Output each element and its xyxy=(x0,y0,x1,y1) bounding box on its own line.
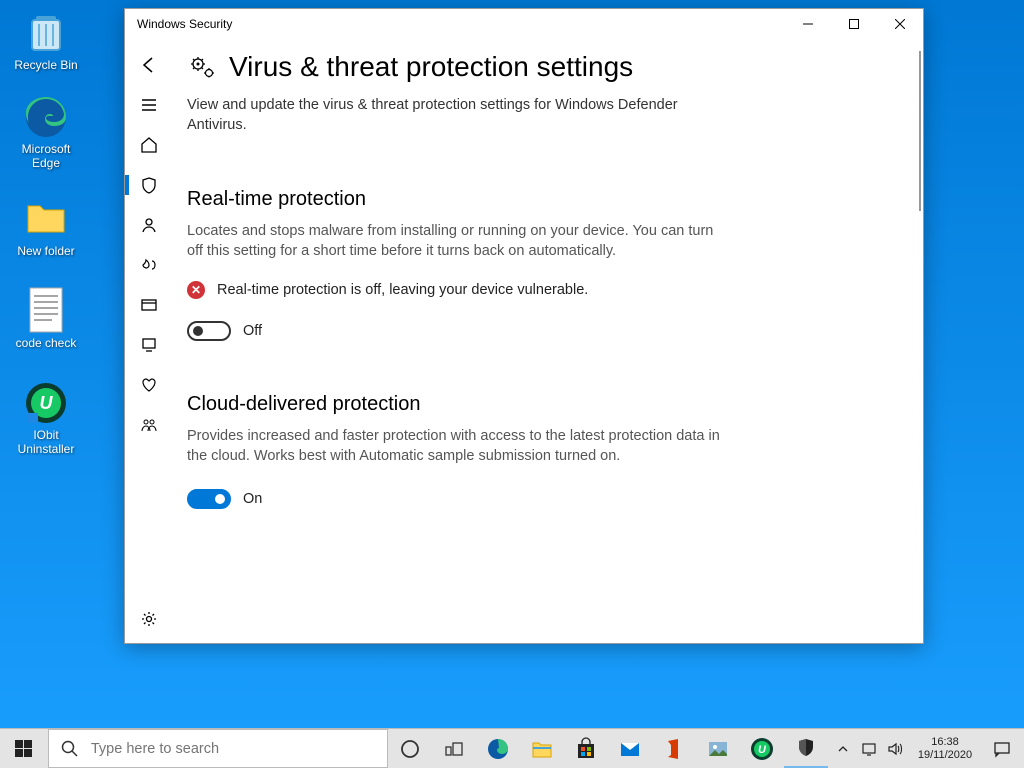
folder-icon[interactable]: New folder xyxy=(8,194,84,270)
clock-date: 19/11/2020 xyxy=(918,749,972,762)
system-tray xyxy=(828,729,910,768)
close-button[interactable] xyxy=(877,9,923,39)
clock-time: 16:38 xyxy=(931,736,959,749)
start-button[interactable] xyxy=(0,729,48,768)
realtime-toggle-label: Off xyxy=(243,323,262,339)
recycle-bin-icon[interactable]: Recycle Bin xyxy=(8,8,84,84)
realtime-desc: Locates and stops malware from installin… xyxy=(187,221,727,262)
taskbar-store-icon[interactable] xyxy=(564,729,608,768)
taskbar-office-icon[interactable] xyxy=(652,729,696,768)
document-icon xyxy=(22,286,70,334)
firewall-nav-icon[interactable] xyxy=(129,245,169,285)
back-button[interactable] xyxy=(129,45,169,85)
maximize-button[interactable] xyxy=(831,9,877,39)
action-center-button[interactable] xyxy=(980,729,1024,768)
taskbar-iobit-icon[interactable]: U xyxy=(740,729,784,768)
cloud-desc: Provides increased and faster protection… xyxy=(187,426,727,467)
task-view-button[interactable] xyxy=(432,729,476,768)
svg-text:U: U xyxy=(40,393,54,413)
settings-gears-icon xyxy=(187,52,217,82)
account-nav-icon[interactable] xyxy=(129,205,169,245)
settings-nav-icon[interactable] xyxy=(129,599,169,639)
search-input[interactable] xyxy=(91,741,375,757)
nav-sidebar xyxy=(125,39,173,643)
folder-glyph-icon xyxy=(22,194,70,242)
content-area: Virus & threat protection settings View … xyxy=(173,39,923,643)
edge-icon[interactable]: Microsoft Edge xyxy=(8,94,84,170)
hamburger-button[interactable] xyxy=(129,85,169,125)
scrollbar-indicator[interactable] xyxy=(919,51,921,211)
error-icon: ✕ xyxy=(187,281,205,299)
page-title: Virus & threat protection settings xyxy=(229,51,633,83)
cloud-toggle[interactable] xyxy=(187,489,231,509)
device-nav-icon[interactable] xyxy=(129,325,169,365)
taskbar-security-icon[interactable] xyxy=(784,729,828,768)
app-control-nav-icon[interactable] xyxy=(129,285,169,325)
cloud-toggle-label: On xyxy=(243,491,262,507)
page-subtitle: View and update the virus & threat prote… xyxy=(187,95,707,136)
desktop-icon-label: Microsoft Edge xyxy=(8,142,84,170)
desktop-icon-label: New folder xyxy=(17,244,74,258)
taskbar-edge-icon[interactable] xyxy=(476,729,520,768)
cloud-heading: Cloud-delivered protection xyxy=(187,393,893,416)
taskbar-mail-icon[interactable] xyxy=(608,729,652,768)
realtime-heading: Real-time protection xyxy=(187,188,893,211)
taskbar-photos-icon[interactable] xyxy=(696,729,740,768)
search-box[interactable] xyxy=(48,729,388,768)
tray-network-icon[interactable] xyxy=(860,740,878,758)
browser-icon xyxy=(22,94,70,140)
taskbar-clock[interactable]: 16:38 19/11/2020 xyxy=(910,729,980,768)
titlebar[interactable]: Windows Security xyxy=(125,9,923,39)
tray-volume-icon[interactable] xyxy=(886,740,904,758)
cloud-section: Cloud-delivered protection Provides incr… xyxy=(187,393,893,509)
family-nav-icon[interactable] xyxy=(129,405,169,445)
desktop-icon-label: IObit Uninstaller xyxy=(8,428,84,456)
window-title: Windows Security xyxy=(137,17,785,31)
taskbar: U 16:38 19/11/2020 xyxy=(0,728,1024,768)
svg-text:U: U xyxy=(758,744,767,756)
taskbar-explorer-icon[interactable] xyxy=(520,729,564,768)
tray-chevron-icon[interactable] xyxy=(834,740,852,758)
desktop-icon-label: Recycle Bin xyxy=(14,58,77,72)
app-icon: U xyxy=(22,380,70,426)
realtime-warning: Real-time protection is off, leaving you… xyxy=(217,282,588,298)
home-nav-icon[interactable] xyxy=(129,125,169,165)
iobit-icon[interactable]: U IObit Uninstaller xyxy=(8,380,84,456)
cortana-button[interactable] xyxy=(388,729,432,768)
trash-icon xyxy=(22,8,70,56)
realtime-toggle[interactable] xyxy=(187,321,231,341)
realtime-section: Real-time protection Locates and stops m… xyxy=(187,188,893,342)
text-file-icon[interactable]: code check xyxy=(8,286,84,362)
desktop-icon-label: code check xyxy=(16,336,77,350)
shield-nav-icon[interactable] xyxy=(129,165,169,205)
health-nav-icon[interactable] xyxy=(129,365,169,405)
windows-security-window: Windows Security Virus & threat protecti… xyxy=(124,8,924,644)
minimize-button[interactable] xyxy=(785,9,831,39)
search-icon xyxy=(61,740,79,758)
